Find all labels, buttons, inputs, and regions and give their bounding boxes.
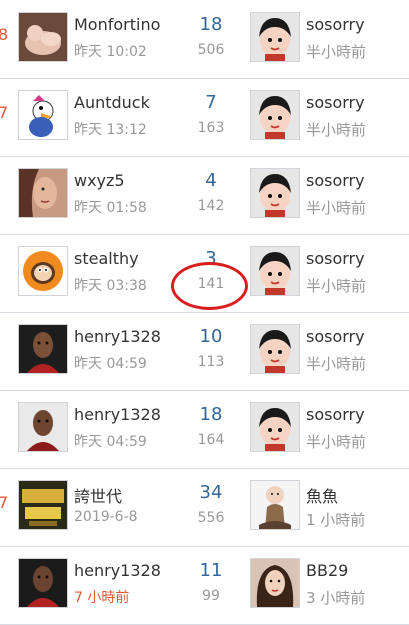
view-count: 163	[197, 120, 225, 136]
last-poster-avatar[interactable]	[250, 12, 300, 62]
view-count: 506	[197, 42, 225, 58]
author-name-link[interactable]: Auntduck	[74, 93, 150, 112]
row-edge-mark: 7	[0, 493, 9, 512]
last-poster-avatar[interactable]	[250, 480, 300, 530]
last-poster-name[interactable]: sosorry	[306, 15, 365, 34]
row-edge-mark: 7	[0, 103, 9, 122]
post-date: 2019-6-8	[74, 509, 138, 525]
view-count: 556	[197, 510, 225, 526]
view-count: 142	[197, 198, 225, 214]
view-count: 164	[197, 432, 225, 448]
thread-row: 8 Monfortino 昨天 10:02 18 506 sosorry 半小時…	[0, 0, 409, 79]
reply-count: 3	[205, 248, 217, 269]
author-name-link[interactable]: wxyz5	[74, 171, 125, 190]
last-poster-name[interactable]: sosorry	[306, 405, 365, 424]
post-date: 昨天 04:59	[74, 356, 147, 372]
last-post-time: 半小時前	[306, 121, 367, 139]
post-date: 昨天 03:38	[74, 278, 147, 294]
last-post-time: 半小時前	[306, 43, 367, 61]
last-poster-avatar[interactable]	[250, 558, 300, 608]
author-name-link[interactable]: stealthy	[74, 249, 139, 268]
author-avatar[interactable]	[18, 402, 68, 452]
last-post-time: 1 小時前	[306, 511, 366, 529]
thread-row: wxyz5 昨天 01:58 4 142 sosorry 半小時前	[0, 156, 409, 235]
post-date: 昨天 04:59	[74, 434, 147, 450]
last-post-time: 半小時前	[306, 433, 367, 451]
last-post-time: 半小時前	[306, 199, 367, 217]
author-name-link[interactable]: henry1328	[74, 405, 161, 424]
author-name-link[interactable]: henry1328	[74, 561, 161, 580]
reply-count: 18	[199, 404, 223, 425]
reply-count: 34	[199, 482, 223, 503]
last-poster-name[interactable]: sosorry	[306, 327, 365, 346]
author-name-link[interactable]: Monfortino	[74, 15, 160, 34]
last-poster-avatar[interactable]	[250, 168, 300, 218]
last-poster-name[interactable]: sosorry	[306, 93, 365, 112]
thread-row: henry1328 7 小時前 11 99 BB29 3 小時前	[0, 546, 409, 625]
author-name-link[interactable]: henry1328	[74, 327, 161, 346]
thread-row: stealthy 昨天 03:38 3 141 sosorry 半小時前	[0, 234, 409, 313]
post-date: 7 小時前	[74, 590, 130, 606]
author-name-link[interactable]: 誇世代	[74, 483, 122, 507]
row-edge-mark: 8	[0, 25, 9, 44]
last-poster-avatar[interactable]	[250, 402, 300, 452]
view-count: 141	[197, 276, 225, 292]
thread-row: 7 誇世代 2019-6-8 34 556 魚魚 1 小時前	[0, 468, 409, 547]
last-poster-name[interactable]: sosorry	[306, 249, 365, 268]
thread-row: 7 Auntduck 昨天 13:12 7 163 sosorry 半小時前	[0, 78, 409, 157]
last-post-time: 半小時前	[306, 277, 367, 295]
reply-count: 7	[205, 92, 217, 113]
thread-row: henry1328 昨天 04:59 10 113 sosorry 半小時前	[0, 312, 409, 391]
author-avatar[interactable]	[18, 168, 68, 218]
last-poster-name[interactable]: BB29	[306, 561, 348, 580]
reply-count: 10	[199, 326, 223, 347]
reply-count: 4	[205, 170, 217, 191]
author-avatar[interactable]	[18, 246, 68, 296]
post-date: 昨天 13:12	[74, 122, 147, 138]
author-avatar[interactable]	[18, 12, 68, 62]
post-date: 昨天 01:58	[74, 200, 147, 216]
last-poster-avatar[interactable]	[250, 324, 300, 374]
thread-row: henry1328 昨天 04:59 18 164 sosorry 半小時前	[0, 390, 409, 469]
reply-count: 11	[199, 560, 223, 581]
author-avatar[interactable]	[18, 324, 68, 374]
last-poster-avatar[interactable]	[250, 246, 300, 296]
view-count: 113	[197, 354, 225, 370]
last-post-time: 半小時前	[306, 355, 367, 373]
view-count: 99	[202, 588, 220, 604]
last-poster-name[interactable]: 魚魚	[306, 483, 338, 507]
reply-count: 18	[199, 14, 223, 35]
last-poster-name[interactable]: sosorry	[306, 171, 365, 190]
post-date: 昨天 10:02	[74, 44, 147, 60]
last-poster-avatar[interactable]	[250, 90, 300, 140]
last-post-time: 3 小時前	[306, 589, 366, 607]
author-avatar[interactable]	[18, 90, 68, 140]
author-avatar[interactable]	[18, 558, 68, 608]
author-avatar[interactable]	[18, 480, 68, 530]
